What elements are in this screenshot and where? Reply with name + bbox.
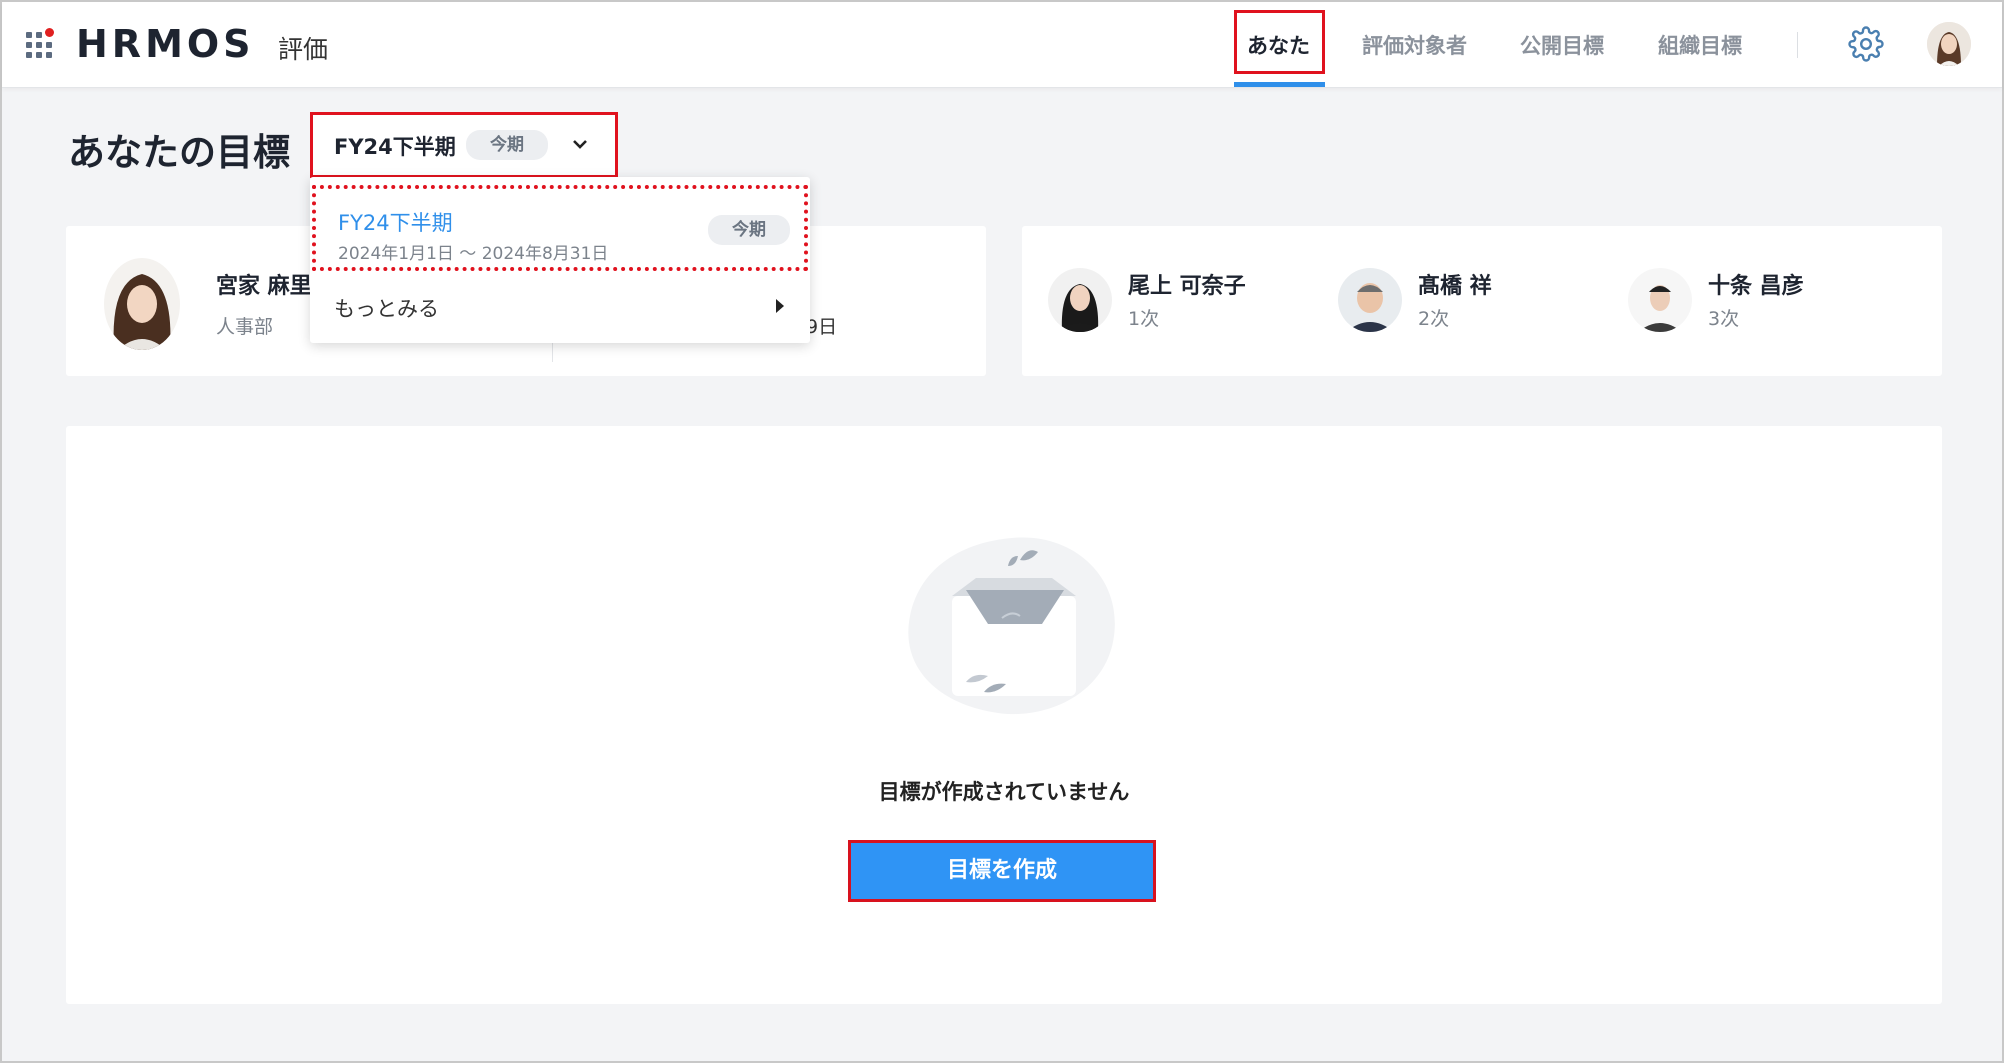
profile-avatar — [104, 258, 180, 350]
empty-inbox-illustration — [908, 537, 1115, 715]
evaluator-name: 十条 昌彦 — [1708, 274, 1804, 299]
highlight-box — [1234, 10, 1325, 74]
gear-icon[interactable] — [1848, 26, 1884, 62]
app-logo[interactable]: HRMOS — [76, 22, 255, 66]
evaluator-level: 1次 — [1128, 308, 1160, 330]
tab-public-goals[interactable]: 公開目標 — [1520, 30, 1604, 60]
page-title: あなたの目標 — [68, 131, 290, 174]
nav-divider — [1797, 32, 1798, 58]
evaluator-name: 尾上 可奈子 — [1128, 274, 1246, 299]
evaluators-card: 尾上 可奈子 1次 髙橋 祥 2次 十条 昌彦 3次 — [1022, 226, 1942, 376]
evaluator-level: 2次 — [1418, 308, 1450, 330]
period-option-title: FY24下半期 — [338, 211, 453, 235]
period-option-date: 2024年1月1日 〜 2024年8月31日 — [338, 244, 609, 264]
show-more-button[interactable]: もっとみる — [334, 293, 439, 323]
chevron-right-icon — [776, 299, 784, 313]
goals-panel: 目標が作成されていません 目標を作成 — [66, 426, 1942, 1004]
period-dropdown: FY24下半期 2024年1月1日 〜 2024年8月31日 今期 もっとみる — [310, 177, 810, 343]
top-header: HRMOS 評価 あなた 評価対象者 公開目標 組織目標 — [2, 2, 2002, 88]
evaluator-name: 髙橋 祥 — [1418, 274, 1492, 299]
current-period-badge: 今期 — [708, 215, 790, 245]
app-module-label: 評価 — [278, 35, 329, 64]
create-goal-button[interactable]: 目標を作成 — [848, 840, 1156, 902]
evaluator-avatar — [1048, 268, 1112, 332]
evaluator-level: 3次 — [1708, 308, 1740, 330]
evaluator-avatar — [1628, 268, 1692, 332]
tab-evaluatees[interactable]: 評価対象者 — [1362, 30, 1467, 60]
empty-state-message: 目標が作成されていません — [878, 780, 1130, 804]
highlight-box — [310, 112, 618, 178]
profile-name: 宮家 麻里 — [216, 274, 312, 299]
profile-department: 人事部 — [216, 316, 274, 338]
evaluator-avatar — [1338, 268, 1402, 332]
apps-grid-icon[interactable] — [26, 28, 56, 60]
period-option-fy24h2[interactable]: FY24下半期 2024年1月1日 〜 2024年8月31日 今期 — [312, 185, 808, 271]
user-avatar[interactable] — [1927, 22, 1971, 66]
tab-org-goals[interactable]: 組織目標 — [1658, 30, 1742, 60]
evaluation-period-date: 9日 — [806, 316, 838, 338]
tab-active-indicator — [1234, 82, 1325, 87]
